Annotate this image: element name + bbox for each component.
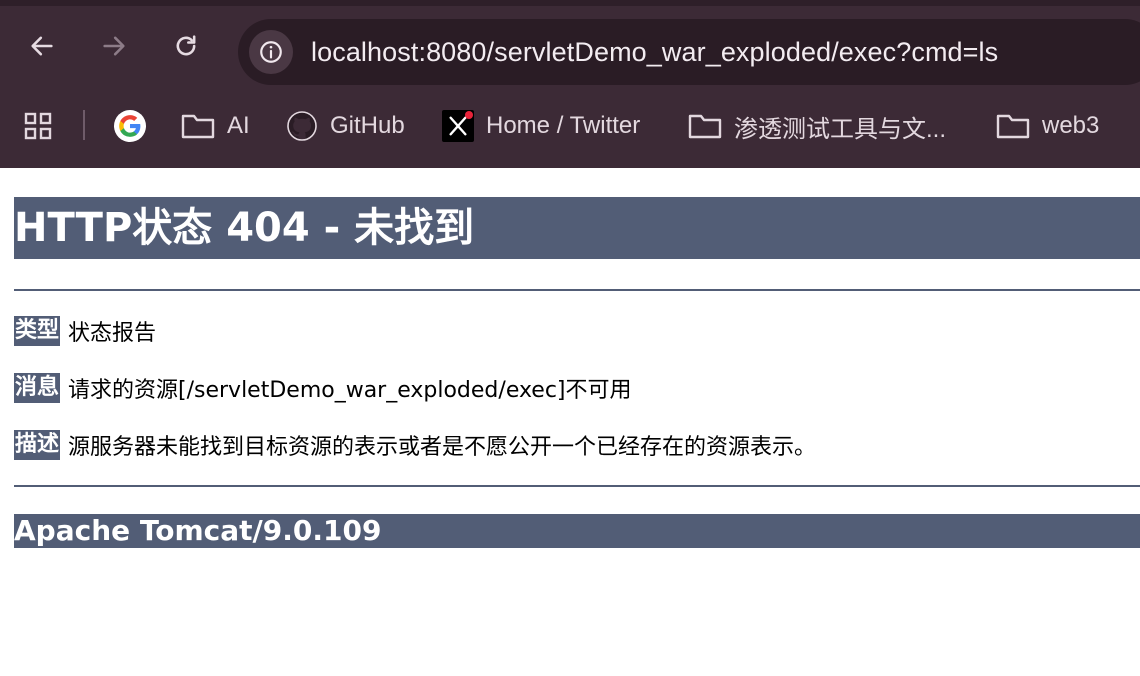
- arrow-right-icon: [103, 36, 125, 56]
- message-value: 请求的资源[/servletDemo_war_exploded/exec]不可用: [68, 378, 632, 403]
- arrow-left-icon: [31, 36, 53, 56]
- folder-icon: [688, 112, 722, 140]
- type-line: 类型 状态报告: [14, 316, 1140, 346]
- description-line: 描述 源服务器未能找到目标资源的表示或者是不愿公开一个已经存在的资源表示。: [14, 430, 1140, 460]
- bookmark-folder-pentest[interactable]: 渗透测试工具与文...: [688, 108, 946, 144]
- bookmark-label: web3: [1042, 112, 1100, 139]
- folder-icon: [181, 112, 215, 140]
- bookmarks-bar: AI GitHub Home / Twitter 渗透测试工具与文... web…: [0, 94, 1140, 158]
- info-icon: [260, 41, 282, 63]
- google-icon: [114, 110, 146, 142]
- forward-button[interactable]: [94, 26, 134, 66]
- bookmark-google[interactable]: [114, 108, 146, 144]
- github-icon: [286, 110, 318, 142]
- message-label: 消息: [14, 373, 61, 403]
- bookmark-folder-ai[interactable]: AI: [181, 108, 250, 144]
- bookmarks-separator: [83, 110, 85, 140]
- divider: [14, 289, 1140, 291]
- site-info-button[interactable]: [249, 30, 293, 74]
- browser-chrome: localhost:8080/servletDemo_war_exploded/…: [0, 0, 1140, 168]
- type-value: 状态报告: [68, 321, 157, 346]
- bookmark-label: GitHub: [330, 112, 405, 139]
- bookmark-folder-web3[interactable]: web3: [996, 108, 1099, 144]
- page-content: HTTP状态 404 - 未找到 类型 状态报告 消息 请求的资源[/servl…: [0, 197, 1140, 548]
- apps-grid-icon[interactable]: [24, 112, 52, 140]
- page-title: HTTP状态 404 - 未找到: [14, 197, 1140, 259]
- description-value: 源服务器未能找到目标资源的表示或者是不愿公开一个已经存在的资源表示。: [68, 435, 817, 460]
- x-icon: [442, 110, 474, 142]
- bookmark-label: AI: [227, 112, 250, 139]
- notification-dot: [465, 111, 473, 119]
- divider: [14, 485, 1140, 487]
- back-button[interactable]: [22, 26, 62, 66]
- description-label: 描述: [14, 430, 61, 460]
- message-line: 消息 请求的资源[/servletDemo_war_exploded/exec]…: [14, 373, 1140, 403]
- type-label: 类型: [14, 316, 61, 346]
- bookmark-label: Home / Twitter: [486, 112, 641, 139]
- bookmark-label: 渗透测试工具与文...: [734, 115, 947, 143]
- reload-button[interactable]: [166, 26, 206, 66]
- address-bar[interactable]: localhost:8080/servletDemo_war_exploded/…: [238, 19, 1140, 85]
- folder-icon: [996, 112, 1030, 140]
- server-footer: Apache Tomcat/9.0.109: [14, 514, 1140, 548]
- navigation-bar: localhost:8080/servletDemo_war_exploded/…: [0, 6, 1140, 90]
- reload-icon: [176, 35, 196, 56]
- bookmark-github[interactable]: GitHub: [286, 108, 405, 144]
- url-text[interactable]: localhost:8080/servletDemo_war_exploded/…: [311, 37, 998, 68]
- bookmark-twitter[interactable]: Home / Twitter: [442, 108, 640, 144]
